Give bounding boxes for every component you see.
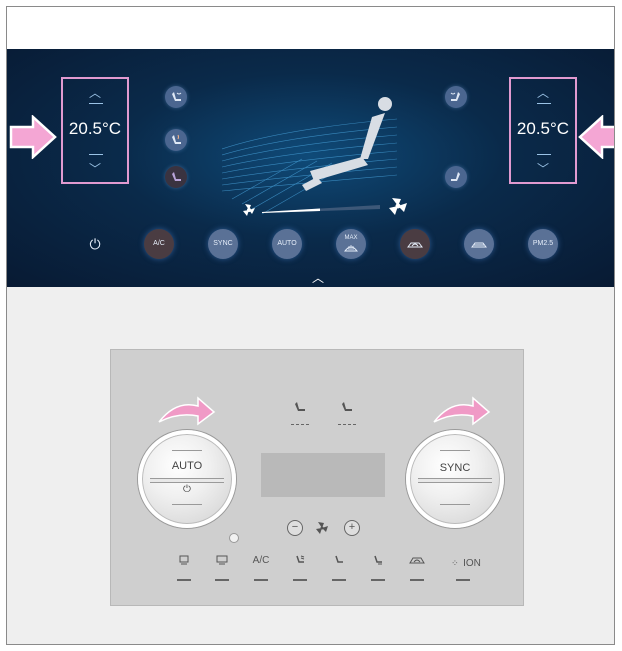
max-defrost-button[interactable]: MAX <box>336 229 366 259</box>
rear-defrost-icon <box>179 555 189 565</box>
right-pointer-arrow-icon <box>578 115 614 159</box>
airflow-face-button[interactable] <box>286 553 314 581</box>
fan-plus-button[interactable]: + <box>344 520 360 536</box>
left-temp-divider-bottom <box>89 154 103 155</box>
power-button[interactable]: ⏻ <box>80 229 110 259</box>
recirculation-panel-button[interactable] <box>403 553 431 581</box>
panel-display <box>261 453 385 497</box>
seat-ventilation-icon <box>450 92 460 101</box>
rear-defrost-button[interactable] <box>170 553 198 581</box>
knob-mark <box>440 450 470 451</box>
indicator-bar <box>371 579 385 581</box>
left-pointer-arrow-icon <box>9 115 57 159</box>
seat-heating-icon <box>172 134 181 144</box>
ac-label: A/C <box>252 555 270 566</box>
indicator-bar <box>177 579 191 581</box>
left-seat-massage-button[interactable] <box>165 166 187 188</box>
rotate-left-knob-arrow-icon <box>158 396 216 426</box>
sync-knob-label: SYNC <box>439 462 471 474</box>
left-seat-heat-button[interactable] <box>165 129 187 151</box>
fresh-air-button[interactable] <box>464 229 494 259</box>
fan-high-icon <box>389 198 407 215</box>
rotate-right-knob-arrow-icon <box>433 396 491 426</box>
fan-speed-slider[interactable] <box>240 195 415 221</box>
indicator-bar <box>332 579 346 581</box>
seat-ventilation-icon <box>172 92 182 101</box>
expand-chevron-icon[interactable]: ︿ <box>312 269 324 286</box>
right-temperature-control[interactable]: ︿ 20.5°C ﹀ <box>509 77 577 184</box>
knob-mark <box>172 450 202 451</box>
left-temperature-knob[interactable]: AUTO ⏻ <box>138 430 236 528</box>
ion-dots-icon: ⁘ <box>451 558 459 568</box>
right-seat-heat-panel-button[interactable] <box>333 400 361 428</box>
level-indicator <box>291 424 309 426</box>
sync-button[interactable]: SYNC <box>208 229 238 259</box>
airflow-face-icon <box>296 555 305 563</box>
left-temp-down-button[interactable]: ﹀ <box>63 163 127 175</box>
right-seat-heat-button[interactable] <box>445 166 467 188</box>
airflow-feet-button[interactable] <box>364 553 392 581</box>
left-temp-up-button[interactable]: ︿ <box>63 87 127 99</box>
airflow-body-button[interactable] <box>325 553 353 581</box>
fresh-air-icon <box>471 242 487 248</box>
recirculation-icon <box>407 242 423 248</box>
indicator-bar <box>254 579 268 581</box>
seat-icon <box>342 402 352 411</box>
right-temp-up-button[interactable]: ︿ <box>511 87 575 99</box>
climate-touchscreen: ︿ 20.5°C ﹀ ︿ 20.5°C ﹀ ⏻ A/C SYNC AUTO MA… <box>7 49 614 287</box>
right-temp-down-button[interactable]: ﹀ <box>511 163 575 175</box>
level-indicator <box>338 424 356 426</box>
right-temperature-knob[interactable]: SYNC <box>406 430 504 528</box>
ion-button[interactable]: ⁘ ION <box>444 553 488 581</box>
right-temp-divider-bottom <box>537 154 551 155</box>
fan-minus-button[interactable]: − <box>287 520 303 536</box>
auto-button[interactable]: AUTO <box>272 229 302 259</box>
indicator-bar <box>410 579 424 581</box>
left-seat-heat-panel-button[interactable] <box>286 400 314 428</box>
ion-label: ION <box>463 558 481 569</box>
ac-panel-button[interactable]: A/C <box>247 553 275 581</box>
left-temperature-control[interactable]: ︿ 20.5°C ﹀ <box>61 77 129 184</box>
knob-mark <box>440 504 470 505</box>
figure-frame: ︿ 20.5°C ﹀ ︿ 20.5°C ﹀ ⏻ A/C SYNC AUTO MA… <box>6 6 615 645</box>
seat-heating-icon <box>451 172 460 181</box>
indicator-bar <box>215 579 229 581</box>
indicator-bar <box>456 579 470 581</box>
right-temperature-value: 20.5°C <box>516 119 570 138</box>
indicator-bar <box>293 579 307 581</box>
fan-icon <box>316 522 328 534</box>
knob-mark <box>172 504 202 505</box>
seat-massage-icon <box>172 172 181 181</box>
auto-knob-label: AUTO <box>171 460 203 472</box>
max-label: MAX <box>344 235 358 241</box>
knob-band <box>418 478 492 483</box>
top-margin <box>7 7 614 49</box>
front-defrost-icon <box>216 555 228 565</box>
windshield-defrost-icon <box>343 245 359 252</box>
power-icon: ⏻ <box>89 236 101 252</box>
left-temp-divider-top <box>89 103 103 104</box>
airflow-body-icon <box>335 555 343 563</box>
seat-icon <box>295 402 305 411</box>
right-temp-divider-top <box>537 103 551 104</box>
pm25-button[interactable]: PM2.5 <box>528 229 558 259</box>
knob-band <box>150 478 224 483</box>
fan-low-icon <box>243 204 255 216</box>
recirculation-button[interactable] <box>400 229 430 259</box>
airflow-feet-icon <box>374 555 382 565</box>
status-led <box>229 533 239 543</box>
left-seat-vent-button[interactable] <box>165 86 187 108</box>
front-defrost-button[interactable] <box>208 553 236 581</box>
power-icon: ⏻ <box>183 484 191 495</box>
physical-control-panel: AUTO ⏻ SYNC − + A/C ⁘ ION <box>110 349 524 606</box>
right-seat-vent-button[interactable] <box>445 86 467 108</box>
left-temperature-value: 20.5°C <box>68 119 122 138</box>
recirculation-icon <box>409 557 425 564</box>
ac-button[interactable]: A/C <box>144 229 174 259</box>
